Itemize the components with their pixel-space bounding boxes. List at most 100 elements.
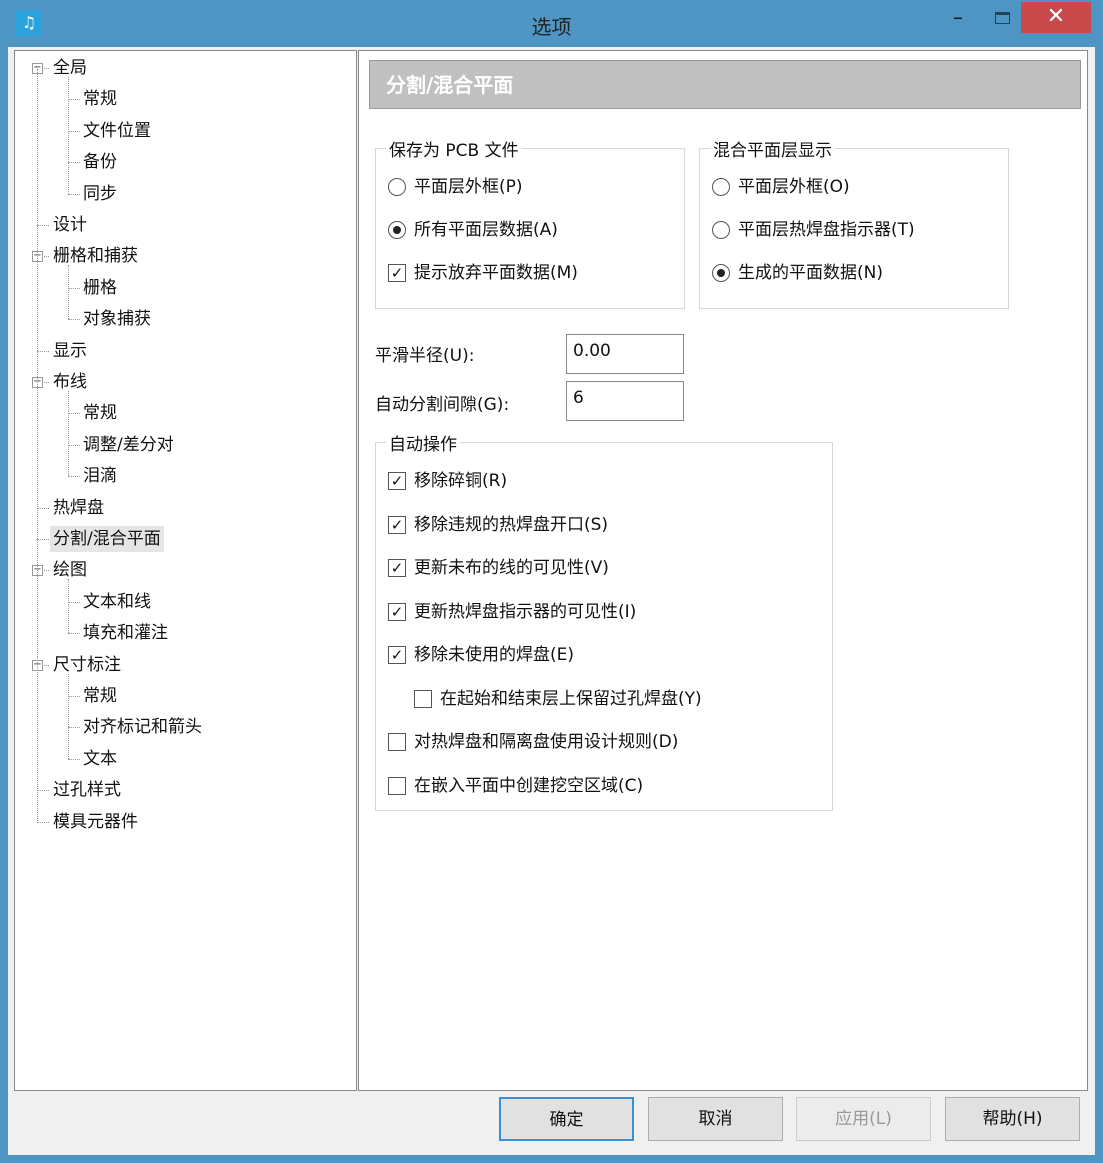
radio-option[interactable]: 所有平面层数据(A) [388,218,558,242]
tree-connector [37,350,49,352]
checkbox-option[interactable]: ✓ 移除未使用的焊盘(E) [388,643,574,667]
tree-item[interactable]: 显示 [53,338,87,364]
maximize-icon [994,12,1010,24]
maximize-button[interactable] [984,4,1020,34]
radio-button[interactable] [712,178,730,196]
tree-connector [68,476,80,478]
checkbox[interactable]: ✓ [388,515,406,534]
tree-item[interactable]: 栅格和捕获 [53,243,138,269]
option-label: 生成的平面数据(N) [738,263,883,283]
checkbox-option[interactable]: ✓ 移除违规的热焊盘开口(S) [388,513,608,537]
radio-button[interactable] [388,178,406,196]
apply-button[interactable]: 应用(L) [796,1097,931,1141]
tree-item[interactable]: 分割/混合平面 [50,526,164,552]
tree-item[interactable]: 尺寸标注 [53,652,121,678]
radio-option[interactable]: 平面层外框(O) [712,175,850,199]
tree-connector [68,162,80,164]
tree-item[interactable]: 过孔样式 [53,777,121,803]
option-label: 移除未使用的焊盘(E) [414,645,575,665]
tree-connector [37,225,49,226]
checkbox[interactable]: ✓ [388,646,406,664]
checkbox[interactable]: ✓ [388,264,406,282]
tree-item[interactable]: 备份 [83,149,117,175]
mixed-plane-display-group: 混合平面层显示 平面层外框(O) 平面层热焊盘指示器(T) 生成的平面数据(N) [699,136,1009,309]
help-button[interactable]: 帮助(H) [945,1097,1080,1141]
tree-connector [37,507,49,509]
tree-connector [37,821,49,823]
tree-item[interactable]: 文件位置 [83,118,151,144]
close-button[interactable]: ✕ [1021,2,1091,33]
tree-connector [68,319,80,321]
checkbox[interactable]: ✓ [388,472,406,490]
smooth-radius-label: 平滑半径(U): [375,346,475,366]
tree-item[interactable]: 绘图 [53,557,87,583]
tree-guide [37,69,38,823]
radio-option[interactable]: 生成的平面数据(N) [712,261,883,285]
panel-title: 分割/混合平面 [369,60,1081,109]
tree-item[interactable]: 对象捕获 [83,306,151,332]
options-tree[interactable]: 全局 − 常规 文件位置 备份 同步 设计 栅格和捕获 − 栅格 对象捕获 显示 布线 − 常规 调整/差分对… [14,50,357,1091]
tree-item[interactable]: 文本 [83,746,117,772]
group-label: 保存为 PCB 文件 [386,136,522,161]
checkbox[interactable] [414,689,432,708]
checkbox-option[interactable]: ✓ 更新热焊盘指示器的可见性(I) [388,600,636,624]
save-as-pcb-group: 保存为 PCB 文件 平面层外框(P) 所有平面层数据(A) ✓ 提示放弃平面数据(M… [375,136,685,309]
tree-item[interactable]: 同步 [83,181,117,207]
option-label: 所有平面层数据(A) [414,220,558,240]
tree-item[interactable]: 热焊盘 [53,495,104,521]
radio-option[interactable]: 平面层热焊盘指示器(T) [712,218,915,242]
checkbox[interactable]: ✓ [388,602,406,621]
minimize-button[interactable]: – [940,4,976,34]
tree-item[interactable]: 调整/差分对 [83,432,174,458]
radio-option[interactable]: 平面层外框(P) [388,175,523,199]
smooth-radius-input[interactable]: 0.00 [566,334,684,374]
tree-guide [68,391,69,477]
tree-item[interactable]: 布线 [53,369,87,395]
option-label: 在起始和结束层上保留过孔焊盘(Y) [440,688,702,709]
auto-split-gap-input[interactable]: 6 [566,381,684,421]
tree-item[interactable]: 全局 [53,55,87,81]
auto-operations-group: 自动操作 ✓ 移除碎铜(R) ✓ 移除违规的热焊盘开口(S) ✓ 更新未布的线的可见性(V… [375,430,833,811]
cancel-button[interactable]: 取消 [648,1097,783,1141]
tree-item[interactable]: 泪滴 [83,463,117,489]
tree-connector [68,727,80,729]
tree-item[interactable]: 常规 [83,683,117,709]
tree-item[interactable]: 栅格 [83,275,117,301]
option-label: 对热焊盘和隔离盘使用设计规则(D) [414,732,679,752]
tree-connector [37,539,49,540]
tree-item[interactable]: 对齐标记和箭头 [83,714,202,740]
tree-connector [68,193,80,195]
checkbox-option[interactable]: 对热焊盘和隔离盘使用设计规则(D) [388,730,678,754]
window-title: 选项 [531,15,572,39]
checkbox-option[interactable]: 在嵌入平面中创建挖空区域(C) [388,774,643,798]
tree-item[interactable]: 常规 [83,400,117,426]
option-label: 更新未布的线的可见性(V) [414,558,609,578]
checkbox[interactable] [388,733,406,751]
checkbox-option[interactable]: ✓ 提示放弃平面数据(M) [388,261,578,285]
tree-item[interactable]: 模具元器件 [53,809,138,835]
tree-item[interactable]: 设计 [53,212,87,238]
tree-connector [68,130,80,132]
tree-connector [68,601,80,603]
ok-button[interactable]: 确定 [499,1097,634,1141]
checkbox-option[interactable]: ✓ 移除碎铜(R) [388,469,507,493]
option-label: 在嵌入平面中创建挖空区域(C) [414,775,644,796]
tree-guide [68,579,69,634]
radio-button[interactable] [712,264,730,282]
option-label: 提示放弃平面数据(M) [414,263,578,283]
option-label: 更新热焊盘指示器的可见性(I) [414,601,637,622]
group-label: 混合平面层显示 [710,136,835,161]
tree-connector [68,444,80,446]
radio-button[interactable] [388,221,406,239]
checkbox-option[interactable]: ✓ 更新未布的线的可见性(V) [388,556,609,580]
option-label: 平面层热焊盘指示器(T) [738,220,915,240]
tree-item[interactable]: 文本和线 [83,589,151,615]
checkbox[interactable]: ✓ [388,559,406,577]
checkbox-option[interactable]: 在起始和结束层上保留过孔焊盘(Y) [414,687,702,711]
tree-item[interactable]: 填充和灌注 [83,620,168,646]
tree-item[interactable]: 常规 [83,86,117,112]
tree-connector [68,633,80,635]
checkbox[interactable] [388,776,406,795]
radio-button[interactable] [712,221,730,239]
tree-connector [37,790,49,792]
